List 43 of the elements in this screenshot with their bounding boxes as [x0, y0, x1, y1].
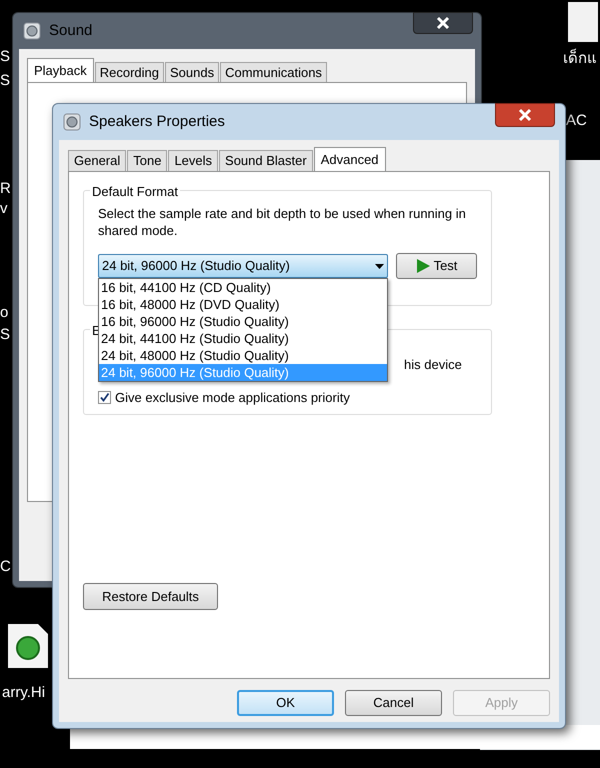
window-title: Speakers Properties [89, 112, 225, 132]
tab[interactable]: Advanced [314, 147, 386, 171]
desktop-icon-label: arry.Hi [2, 683, 46, 703]
desktop-icon-label: C [0, 557, 11, 577]
dropdown-option[interactable]: 16 bit, 48000 Hz (DVD Quality) [99, 296, 387, 313]
desktop-icon-label: v [0, 199, 8, 219]
tab[interactable]: Recording [94, 62, 164, 82]
test-button[interactable]: Test [396, 253, 477, 279]
option-label: his device [404, 356, 462, 374]
speaker-icon [63, 113, 81, 131]
close-icon [436, 16, 450, 30]
desktop-icon-label: S [0, 325, 10, 345]
format-dropdown[interactable]: 24 bit, 96000 Hz (Studio Quality) [98, 254, 388, 278]
close-button[interactable] [495, 103, 555, 127]
checkbox[interactable] [98, 390, 111, 404]
restore-defaults-button[interactable]: Restore Defaults [83, 583, 218, 610]
desktop-icon-label: o [0, 303, 8, 323]
tab[interactable]: Communications [220, 62, 327, 82]
tab[interactable]: Sounds [165, 62, 220, 82]
tab[interactable]: Sound Blaster [219, 150, 313, 171]
desktop-icon-label: S [0, 47, 10, 67]
dropdown-option[interactable]: 24 bit, 48000 Hz (Studio Quality) [99, 347, 387, 364]
desktop-window [568, 2, 598, 42]
tab[interactable]: General [68, 150, 126, 171]
speaker-icon [23, 22, 41, 40]
caret-icon [375, 264, 384, 268]
desktop-icon-label: เด็กแ [563, 48, 597, 69]
desktop-icon-label: AC [566, 111, 587, 131]
window-title: Sound [49, 20, 92, 41]
desktop-icon-label: S [0, 71, 10, 91]
tab[interactable]: Playback [27, 58, 94, 82]
file-icon [8, 624, 48, 668]
dropdown-option[interactable]: 16 bit, 44100 Hz (CD Quality) [99, 279, 387, 296]
close-button[interactable] [413, 12, 473, 34]
desktop-icon-label: R [0, 179, 11, 199]
tab[interactable]: Tone [127, 150, 168, 171]
dialog-button[interactable]: OK [237, 690, 334, 716]
description-text: Select the sample rate and bit depth to be used when running in shared mode. [98, 205, 467, 239]
dialog-button[interactable]: Cancel [345, 690, 442, 716]
tab[interactable]: Levels [168, 150, 218, 171]
checkbox-label: Give exclusive mode applications priority [115, 388, 350, 407]
play-icon [416, 259, 430, 273]
close-icon [518, 108, 532, 122]
